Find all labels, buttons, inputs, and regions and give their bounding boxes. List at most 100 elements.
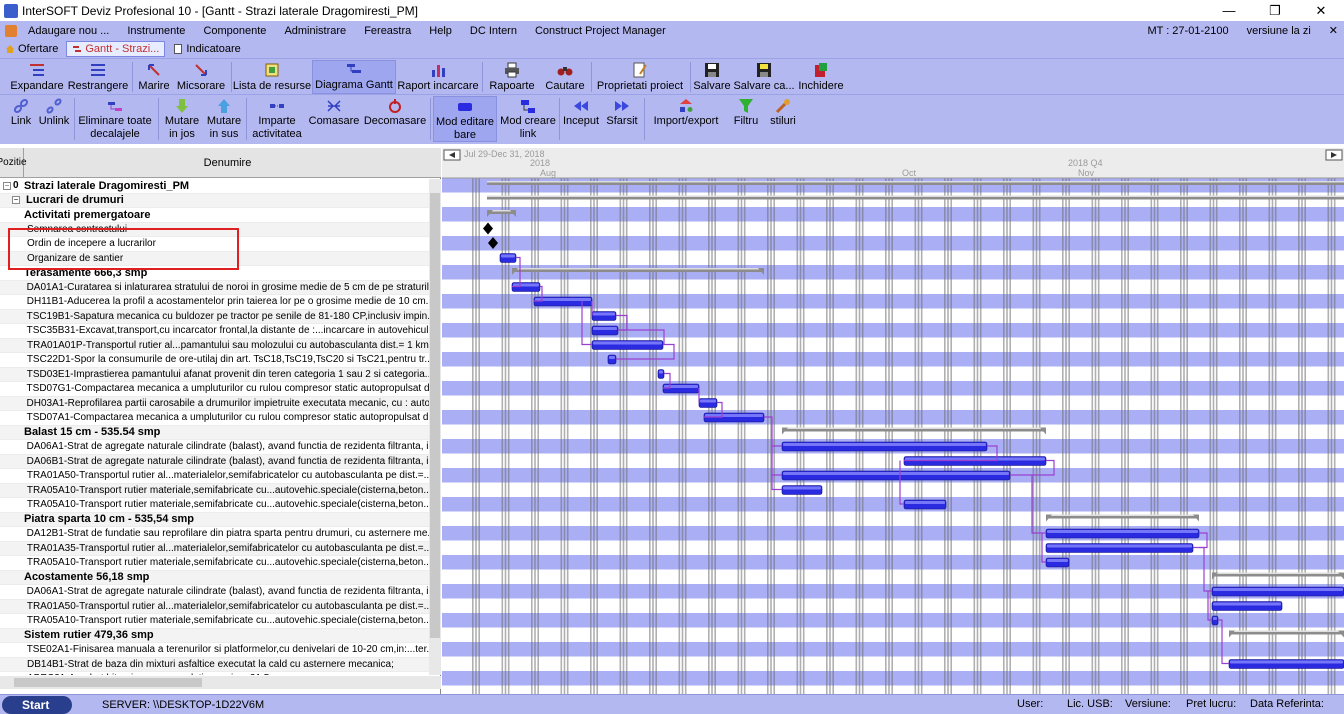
table-row[interactable]: TRA05A10-Transport rutier materiale,semi…: [0, 498, 429, 513]
task-bar-highlight[interactable]: [1047, 559, 1068, 562]
gantt-chart[interactable]: Jul 29-Dec 31, 2018 2018 Aug Oct 2018 Q4 Nov: [442, 148, 1344, 694]
gantt-diagram-button[interactable]: Diagrama Gantt: [312, 60, 396, 94]
styles-button[interactable]: stiluri: [766, 96, 800, 142]
table-row[interactable]: − Lucrari de drumuri: [0, 193, 429, 208]
menu-help[interactable]: Help: [420, 25, 461, 37]
unmerge-button[interactable]: Decomasare: [364, 96, 426, 142]
tab-ofertare[interactable]: Ofertare: [0, 41, 63, 57]
menu-componente[interactable]: Componente: [194, 25, 275, 37]
task-bar-highlight[interactable]: [783, 486, 821, 490]
link-button[interactable]: Link: [8, 96, 34, 142]
table-row[interactable]: DA01A1-Curatarea si inlaturarea stratulu…: [0, 280, 429, 295]
scroll-thumb[interactable]: [14, 678, 202, 687]
save-button[interactable]: Salvare: [693, 60, 731, 94]
expand-toggle-icon[interactable]: −: [3, 181, 11, 190]
filter-button[interactable]: Filtru: [728, 96, 764, 142]
table-row[interactable]: DA06B1-Strat de agregate naturale cilind…: [0, 454, 429, 469]
table-row[interactable]: TSE02A1-Finisarea manuala a terenurilor …: [0, 643, 429, 658]
load-report-button[interactable]: Raport incarcare: [397, 60, 479, 94]
gantt-canvas[interactable]: Jul 29-Dec 31, 20182018Aug Oct2018 Q4Nov: [442, 148, 1344, 694]
table-row[interactable]: Semnarea contractului: [0, 222, 429, 237]
table-row[interactable]: TRA01A01P-Transportul rutier al...pamant…: [0, 338, 429, 353]
table-row[interactable]: Balast 15 cm - 535.54 smp: [0, 425, 429, 440]
task-bar-highlight[interactable]: [783, 472, 1009, 475]
table-row[interactable]: TRA05A10-Transport rutier materiale,semi…: [0, 614, 429, 629]
task-bar-highlight[interactable]: [1213, 588, 1343, 591]
table-row[interactable]: Terasamente 666,3 smp: [0, 266, 429, 281]
move-down-button[interactable]: Mutare in jos: [162, 96, 202, 142]
table-row[interactable]: Ordin de incepere a lucrarilor: [0, 237, 429, 252]
menu-adaugare[interactable]: Adaugare nou ...: [19, 25, 118, 37]
summary-bar-highlight[interactable]: [1212, 572, 1344, 575]
expand-button[interactable]: Expandare: [8, 60, 66, 94]
split-activity-button[interactable]: Imparte activitatea: [250, 96, 304, 142]
task-bar-highlight[interactable]: [593, 341, 662, 345]
link-create-mode-button[interactable]: Mod creare link: [500, 96, 556, 142]
expand-toggle-icon[interactable]: −: [12, 196, 20, 205]
maximize-button[interactable]: ❐: [1252, 0, 1298, 21]
task-bar-highlight[interactable]: [593, 327, 617, 330]
task-bar-highlight[interactable]: [905, 501, 945, 504]
table-row[interactable]: TSC19B1-Sapatura mecanica cu buldozer pe…: [0, 309, 429, 324]
task-bar-highlight[interactable]: [535, 298, 591, 301]
table-row[interactable]: DH03A1-Reprofilarea partii carosabile a …: [0, 396, 429, 411]
task-bar-highlight[interactable]: [659, 370, 663, 374]
move-up-button[interactable]: Mutare in sus: [205, 96, 243, 142]
table-row[interactable]: Activitati premergatoare: [0, 208, 429, 223]
table-row[interactable]: TRA01A35-Transportul rutier al...materia…: [0, 541, 429, 556]
tab-gantt[interactable]: Gantt - Strazi...: [66, 41, 166, 57]
table-row[interactable]: Piatra sparta 10 cm - 535,54 smp: [0, 512, 429, 527]
menu-dc-intern[interactable]: DC Intern: [461, 25, 526, 37]
reports-button[interactable]: Rapoarte: [486, 60, 538, 94]
table-row[interactable]: TSD03E1-Imprastierea pamantului afanat p…: [0, 367, 429, 382]
bar-edit-mode-button[interactable]: Mod editare bare: [433, 96, 497, 142]
horizontal-scrollbar[interactable]: [0, 676, 441, 689]
task-bar-highlight[interactable]: [1213, 602, 1281, 606]
table-row[interactable]: TRA05A10-Transport rutier materiale,semi…: [0, 483, 429, 498]
zoom-in-button[interactable]: Marire: [136, 60, 172, 94]
remove-lags-button[interactable]: Eliminare toate decalajele: [76, 96, 154, 142]
import-export-button[interactable]: Import/export: [648, 96, 724, 142]
minimize-button[interactable]: —: [1206, 0, 1252, 21]
task-bar-highlight[interactable]: [783, 443, 986, 446]
scroll-thumb[interactable]: [430, 193, 440, 638]
menu-instrumente[interactable]: Instrumente: [118, 25, 194, 37]
table-row[interactable]: DA06A1-Strat de agregate naturale cilind…: [0, 440, 429, 455]
close-project-button[interactable]: Inchidere: [797, 60, 845, 94]
table-row[interactable]: TRA05A10-Transport rutier materiale,semi…: [0, 556, 429, 571]
task-bar-highlight[interactable]: [593, 312, 615, 316]
table-row[interactable]: TRA01A50-Transportul rutier al...materia…: [0, 469, 429, 484]
search-button[interactable]: Cautare: [544, 60, 586, 94]
close-doc-button[interactable]: ✕: [1329, 24, 1338, 37]
task-bar-highlight[interactable]: [501, 254, 515, 258]
save-as-button[interactable]: Salvare ca...: [733, 60, 795, 94]
summary-bar-highlight[interactable]: [512, 268, 764, 270]
go-end-button[interactable]: Sfarsit: [604, 96, 640, 142]
summary-bar-highlight[interactable]: [1046, 514, 1199, 517]
task-bar-highlight[interactable]: [609, 356, 615, 359]
unlink-button[interactable]: Unlink: [37, 96, 71, 142]
project-properties-button[interactable]: Proprietati proiect: [594, 60, 686, 94]
table-row[interactable]: DA06A1-Strat de agregate naturale cilind…: [0, 585, 429, 600]
task-bar-highlight[interactable]: [1230, 660, 1343, 664]
task-bar-highlight[interactable]: [1213, 617, 1217, 620]
table-row[interactable]: TSD07A1-Compactarea mecanica a umpluturi…: [0, 411, 429, 426]
table-row[interactable]: ABRS31-Anrobat bituminos cu granulatie m…: [0, 672, 429, 675]
menu-fereastra[interactable]: Fereastra: [355, 25, 420, 37]
summary-bar-highlight[interactable]: [487, 195, 1344, 198]
table-row[interactable]: Organizare de santier: [0, 251, 429, 266]
table-row[interactable]: Acostamente 56,18 smp: [0, 570, 429, 585]
col-header-pozitie[interactable]: Pozitie: [0, 148, 27, 178]
col-header-denumire[interactable]: Denumire: [25, 148, 430, 178]
table-row[interactable]: DB14B1-Strat de baza din mixturi asfalti…: [0, 657, 429, 672]
summary-bar-highlight[interactable]: [782, 427, 1046, 430]
task-bar-highlight[interactable]: [1047, 544, 1192, 548]
summary-bar-highlight[interactable]: [1229, 630, 1344, 633]
table-row[interactable]: TRA01A50-Transportul rutier al...materia…: [0, 599, 429, 614]
summary-bar-highlight[interactable]: [487, 181, 1344, 183]
table-row[interactable]: DH11B1-Aducerea la profil a acostamentel…: [0, 295, 429, 310]
menu-construct-pm[interactable]: Construct Project Manager: [526, 25, 675, 37]
menu-administrare[interactable]: Administrare: [275, 25, 355, 37]
close-window-button[interactable]: ✕: [1298, 0, 1344, 21]
tab-indicatoare[interactable]: Indicatoare: [168, 41, 245, 57]
